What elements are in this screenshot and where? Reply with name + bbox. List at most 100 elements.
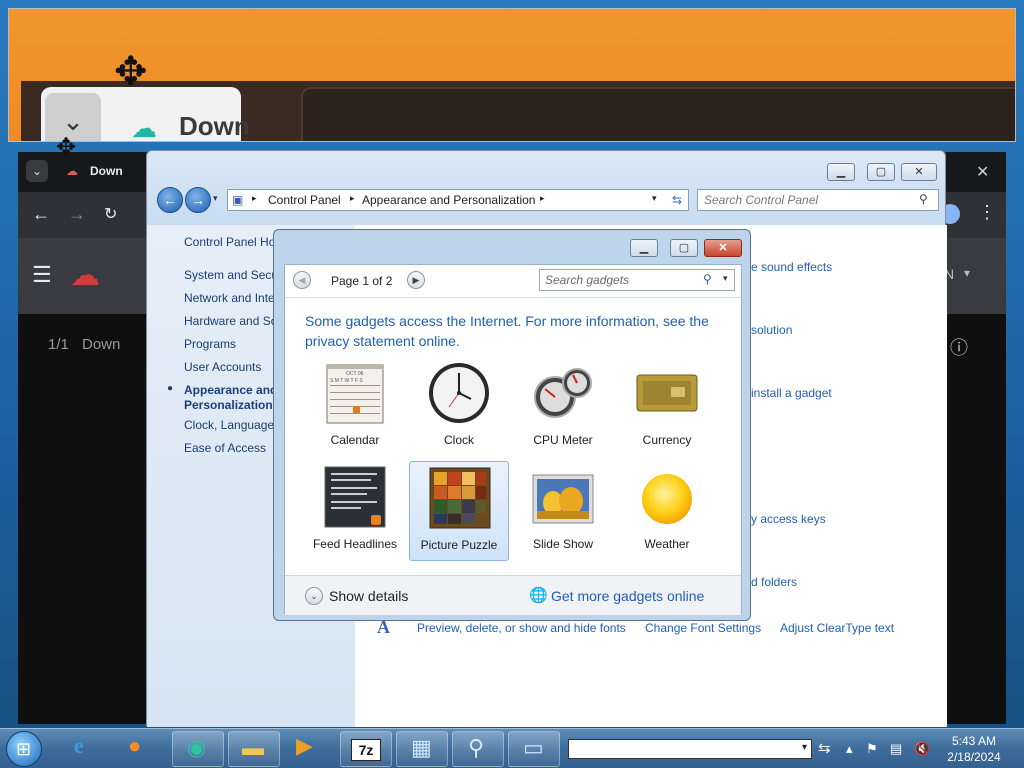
network-icon[interactable]: ▤: [890, 741, 902, 757]
link-sound-effects[interactable]: e sound effects: [751, 260, 832, 274]
nav-appearance-line2[interactable]: Personalization: [184, 398, 273, 412]
nav-system-security[interactable]: System and Secu: [184, 268, 278, 282]
gadget-calendar[interactable]: OCT 06 S M T W T F S Calendar: [305, 357, 405, 457]
gadget-cpu-meter[interactable]: CPU Meter: [513, 357, 613, 457]
clock-time: 5:43 AM: [951, 734, 997, 748]
breadcrumb-appearance[interactable]: Appearance and Personalization: [362, 193, 535, 207]
back-nav-icon[interactable]: ←: [157, 187, 183, 213]
link-cleartype[interactable]: Adjust ClearType text: [780, 621, 894, 635]
adjacent-tab[interactable]: [301, 87, 1015, 141]
cloud-logo-icon: ☁: [131, 113, 157, 142]
gadget-clock[interactable]: Clock: [409, 357, 509, 457]
gadget-label: Clock: [443, 433, 474, 447]
link-access-keys[interactable]: y access keys: [751, 512, 826, 526]
gadgets-panel: ◀ Page 1 of 2 ▶ Search gadgets ⚲ ▾ Some …: [284, 264, 742, 615]
gadget-slide-show[interactable]: Slide Show: [513, 461, 613, 561]
nav-user-accounts[interactable]: User Accounts: [184, 360, 261, 374]
gadgets-search-icon[interactable]: ⚲: [703, 272, 712, 286]
tab-strip-background: [21, 81, 1015, 141]
taskbar-7zip[interactable]: 7z: [340, 731, 392, 767]
link-fonts[interactable]: Preview, delete, or show and hide fonts: [417, 621, 626, 635]
maximize-button[interactable]: ▢: [867, 163, 895, 181]
taskbar-control-panel[interactable]: ▦: [396, 731, 448, 767]
gadgets-maximize-button[interactable]: ▢: [670, 239, 698, 257]
nav-hardware[interactable]: Hardware and So: [184, 314, 277, 328]
gadget-feed-headlines[interactable]: Feed Headlines: [305, 461, 405, 561]
gadgets-dialog: ▁ ▢ ✕ ◀ Page 1 of 2 ▶ Search gadgets ⚲ ▾…: [273, 229, 751, 621]
gadget-picture-puzzle[interactable]: Picture Puzzle: [409, 461, 509, 561]
browser-close-icon[interactable]: ✕: [976, 162, 989, 182]
internet-explorer-icon[interactable]: e: [74, 735, 84, 757]
gadget-label: CPU Meter: [533, 433, 593, 447]
nav-network[interactable]: Network and Inte: [184, 291, 275, 305]
forward-nav-icon[interactable]: →: [185, 187, 211, 213]
gadget-label: Feed Headlines: [312, 537, 398, 551]
browser-tab-title[interactable]: Down: [90, 164, 123, 178]
link-install-gadget[interactable]: install a gadget: [751, 386, 832, 400]
minimize-button[interactable]: ▁: [827, 163, 855, 181]
gadget-weather[interactable]: Weather: [617, 461, 717, 561]
gadget-currency[interactable]: Currency: [617, 357, 717, 457]
link-folders[interactable]: d folders: [751, 575, 797, 589]
get-more-gadgets-link[interactable]: Get more gadgets online: [551, 588, 704, 604]
media-player-icon[interactable]: ▶: [296, 735, 313, 757]
feed-headlines-icon: [323, 465, 387, 529]
next-page-icon[interactable]: ▶: [407, 271, 425, 289]
taskbar-app-1[interactable]: ◉: [172, 731, 224, 767]
windows-logo-icon: ⊞: [16, 739, 32, 759]
nav-programs[interactable]: Programs: [184, 337, 236, 351]
firefox-icon[interactable]: ●: [128, 735, 141, 757]
back-arrow-icon[interactable]: ←: [32, 204, 50, 225]
address-dropdown-icon[interactable]: ▾: [652, 193, 657, 204]
breadcrumb-control-panel[interactable]: Control Panel: [268, 193, 341, 207]
taskbar-explorer[interactable]: ▬: [228, 731, 280, 767]
show-hidden-icons-icon[interactable]: ▴: [846, 741, 853, 757]
taskbar-remote-desktop[interactable]: ▭: [508, 731, 560, 767]
volume-muted-icon[interactable]: 🔇: [914, 741, 930, 757]
calendar-month-text: OCT 06: [346, 371, 364, 377]
gadgets-close-button[interactable]: ✕: [704, 239, 742, 257]
refresh-icon[interactable]: ⇆: [672, 193, 682, 207]
action-center-flag-icon[interactable]: ⚑: [866, 741, 878, 757]
nav-clock-language[interactable]: Clock, Language,: [184, 418, 277, 432]
breadcrumb-sep-icon: ▸: [252, 193, 257, 203]
pager-divider: [285, 297, 741, 298]
cpu-meter-icon: [531, 361, 595, 425]
prev-page-icon[interactable]: ◀: [293, 271, 311, 289]
info-icon[interactable]: ⓘ: [950, 334, 968, 360]
start-button[interactable]: ⊞: [6, 731, 42, 767]
site-logo-icon[interactable]: ☁: [70, 258, 100, 293]
folder-icon: ▬: [242, 735, 264, 760]
control-panel-search-input[interactable]: Search Control Panel: [697, 189, 939, 211]
link-font-settings[interactable]: Change Font Settings: [645, 621, 761, 635]
address-dropdown-icon[interactable]: ▾: [802, 742, 807, 753]
gadgets-search-dropdown-icon[interactable]: ▾: [723, 273, 728, 284]
taskbar-address-input[interactable]: ▾: [568, 739, 812, 759]
control-panel-titlebar: ▁ ▢ ✕ ← → ▾ ▣ ▸ Control Panel ▸ Appearan…: [147, 151, 945, 225]
nav-control-panel-home[interactable]: Control Panel Ho: [184, 235, 275, 249]
gadgets-footer: ⌄ Show details 🌐 Get more gadgets online: [285, 575, 741, 615]
tab-list-chevron-icon[interactable]: ⌄: [26, 160, 48, 182]
search-icon[interactable]: ⚲: [919, 192, 928, 206]
gadgets-minimize-button[interactable]: ▁: [630, 239, 658, 257]
reload-icon[interactable]: ↻: [104, 204, 117, 224]
go-arrows-icon[interactable]: ⇆: [818, 739, 831, 757]
close-button[interactable]: ✕: [901, 163, 937, 181]
clock-date: 2/18/2024: [947, 750, 1001, 764]
show-details-button[interactable]: Show details: [329, 588, 408, 604]
nav-appearance-line1[interactable]: Appearance and: [184, 383, 277, 397]
browser-menu-icon[interactable]: ⋮: [978, 202, 996, 223]
show-details-chevron-icon[interactable]: ⌄: [305, 587, 323, 605]
recent-pages-chevron-icon[interactable]: ▾: [213, 193, 218, 204]
site-menu-chevron-icon[interactable]: ▾: [964, 266, 970, 280]
system-clock[interactable]: 5:43 AM 2/18/2024: [944, 733, 1004, 765]
dragged-tab-strip[interactable]: ⌄ ☁ Down: [8, 8, 1016, 142]
forward-arrow-icon[interactable]: →: [68, 204, 86, 225]
privacy-info-link[interactable]: Some gadgets access the Internet. For mo…: [305, 311, 735, 351]
clock-icon: [427, 361, 491, 425]
link-resolution[interactable]: solution: [751, 323, 792, 337]
nav-ease-of-access[interactable]: Ease of Access: [184, 441, 266, 455]
taskbar-search-app[interactable]: ⚲: [452, 731, 504, 767]
address-bar[interactable]: ▣ ▸ Control Panel ▸ Appearance and Perso…: [227, 189, 689, 211]
hamburger-menu-icon[interactable]: ☰: [32, 262, 52, 288]
